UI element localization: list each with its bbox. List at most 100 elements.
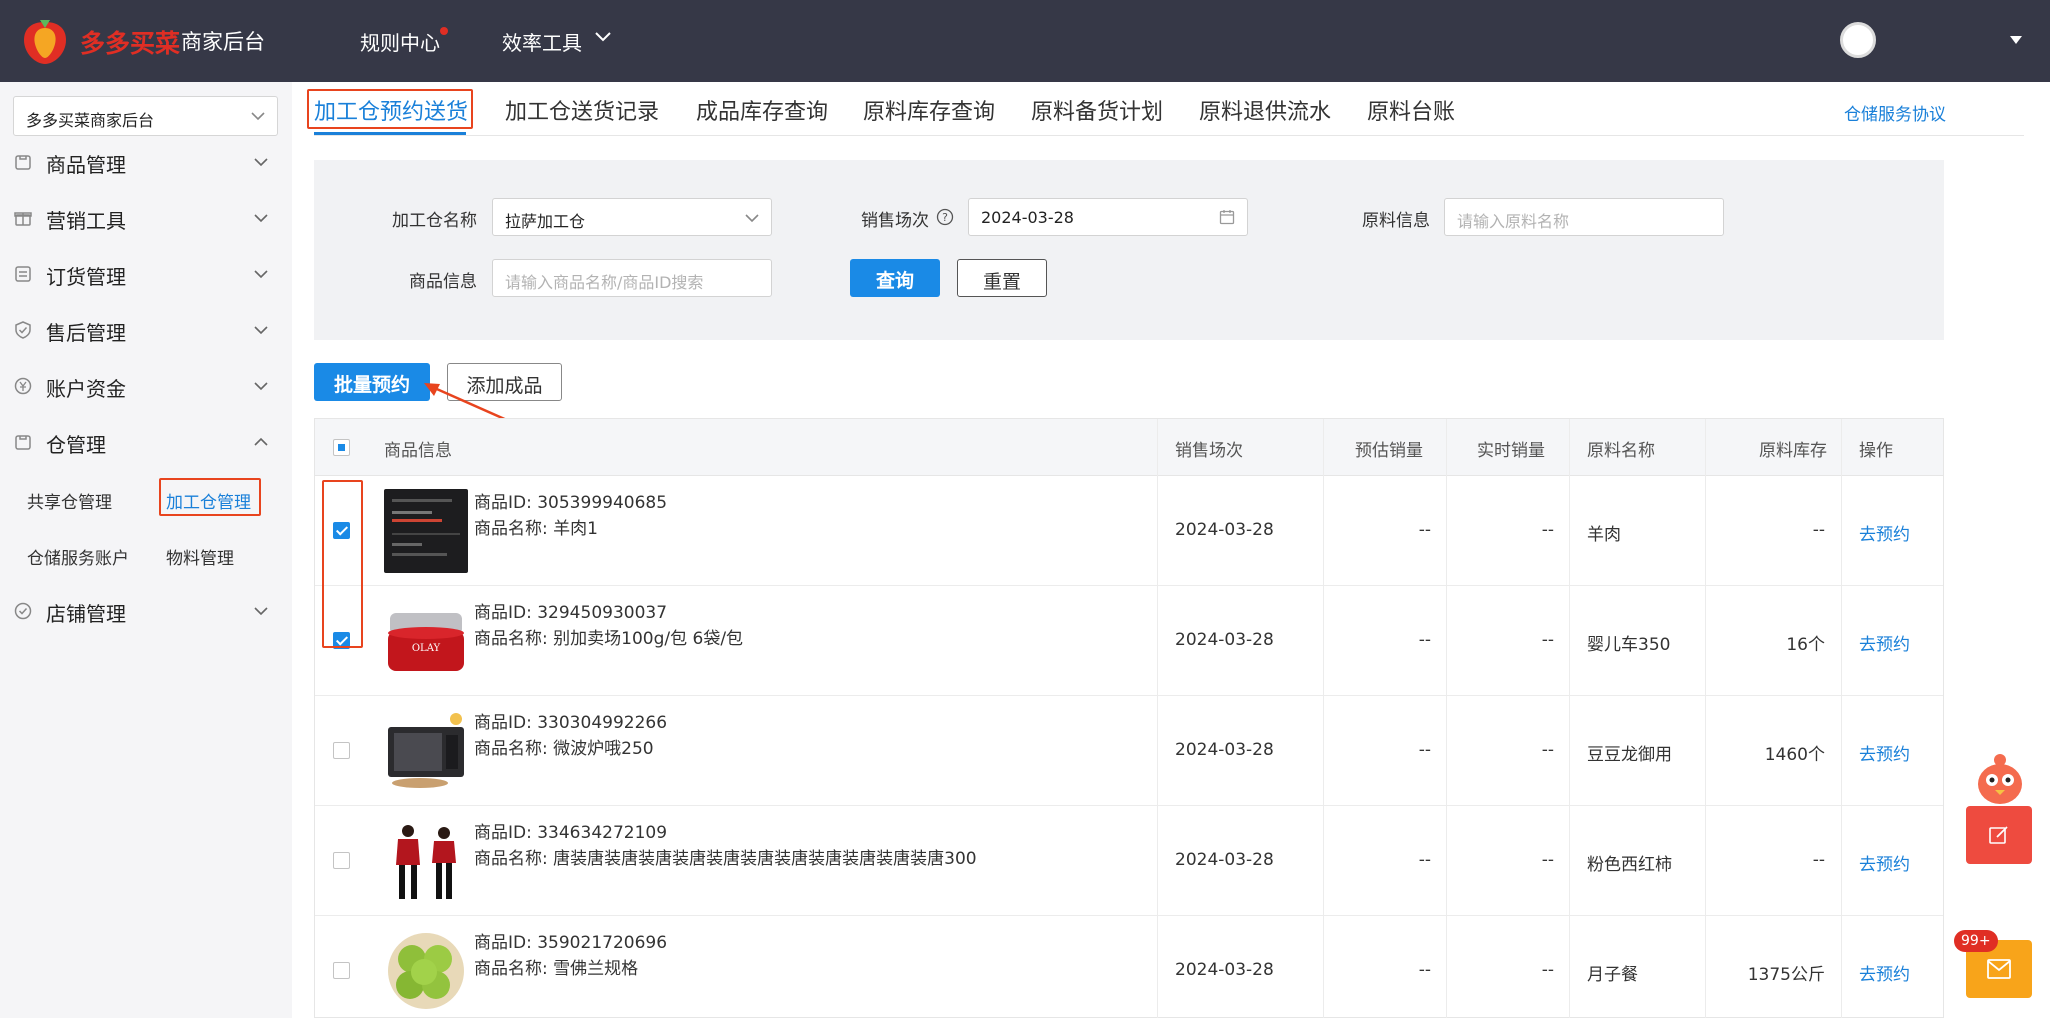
brand-name: 多多买菜 <box>80 29 181 58</box>
realtime-sales: -- <box>1541 960 1554 980</box>
annotation-highlight-box <box>322 480 363 648</box>
product-id: 商品ID: 329450930037 <box>474 603 668 623</box>
sales-session-date-picker[interactable]: 2024-03-28 <box>968 198 1248 236</box>
menu-warehouse[interactable]: 仓管理 <box>0 423 292 463</box>
menu-after-sales[interactable]: 售后管理 <box>0 311 292 351</box>
menu-label: 账户资金 <box>46 377 126 401</box>
material-info-label: 原料信息 <box>1362 211 1430 231</box>
tab-material-ledger[interactable]: 原料台账 <box>1367 94 1455 126</box>
estimated-sales: -- <box>1418 850 1431 870</box>
submenu-shared-warehouse[interactable]: 共享仓管理 <box>27 488 112 513</box>
realtime-sales: -- <box>1541 630 1554 650</box>
nav-rules-center[interactable]: 规则中心 <box>360 27 440 56</box>
store-select-value: 多多买菜商家后台 <box>26 111 155 130</box>
realtime-sales: -- <box>1541 850 1554 870</box>
table-row: OLAY 商品ID: 329450930037 商品名称: 别加卖场100g/包… <box>315 586 1943 696</box>
annotation-highlight-box <box>307 89 473 129</box>
tab-finished-stock[interactable]: 成品库存查询 <box>696 94 828 126</box>
product-name: 商品名称: 雪佛兰规格 <box>474 959 639 979</box>
tang-costume-thumbnail <box>384 819 468 903</box>
unread-badge: 99+ <box>1954 930 1998 952</box>
tab-material-return[interactable]: 原料退供流水 <box>1199 94 1331 126</box>
reset-button[interactable]: 重置 <box>957 259 1047 297</box>
chevron-down-icon <box>254 382 268 391</box>
sales-session-label: 销售场次 <box>861 211 929 231</box>
menu-store[interactable]: 店铺管理 <box>0 592 292 632</box>
red-cream-jar-thumbnail: OLAY <box>384 599 468 683</box>
product-name: 商品名称: 羊肉1 <box>474 519 598 539</box>
select-all-checkbox[interactable] <box>333 439 350 456</box>
material-search-input[interactable]: 请输入原料名称 <box>1444 198 1724 236</box>
product-id: 商品ID: 330304992266 <box>474 713 668 733</box>
user-avatar[interactable] <box>1840 22 1876 58</box>
sales-session-value: 2024-03-28 <box>981 208 1074 227</box>
chevron-down-icon <box>251 112 265 121</box>
submenu-storage-account[interactable]: 仓储服务账户 <box>27 544 129 569</box>
goods-search-input[interactable]: 请输入商品名称/商品ID搜索 <box>492 259 772 297</box>
material-name: 月子餐 <box>1587 965 1638 985</box>
menu-account-funds[interactable]: 账户资金 <box>0 367 292 407</box>
book-link[interactable]: 去预约 <box>1859 850 1910 875</box>
notification-dot <box>440 27 448 35</box>
product-id: 商品ID: 305399940685 <box>474 493 668 513</box>
feedback-button[interactable] <box>1966 806 2032 864</box>
help-circle-icon[interactable]: ? <box>936 208 954 226</box>
book-link[interactable]: 去预约 <box>1859 740 1910 765</box>
mail-icon <box>1987 959 2011 979</box>
menu-goods[interactable]: 商品管理 <box>0 143 292 183</box>
row-checkbox[interactable] <box>333 962 350 979</box>
chevron-down-icon <box>254 214 268 223</box>
realtime-sales: -- <box>1541 740 1554 760</box>
book-link[interactable]: 去预约 <box>1859 630 1910 655</box>
gift-icon <box>14 212 32 226</box>
brand-subtitle: 商家后台 <box>181 30 265 54</box>
material-stock: 16个 <box>1786 635 1825 655</box>
menu-label: 营销工具 <box>46 209 126 233</box>
mascot-icon <box>1978 754 2022 804</box>
batch-booking-button[interactable]: 批量预约 <box>314 363 430 401</box>
header-goods-info: 商品信息 <box>384 441 452 461</box>
tab-material-plan[interactable]: 原料备货计划 <box>1031 94 1163 126</box>
caret-down-icon[interactable] <box>2010 36 2022 44</box>
header-material-stock: 原料库存 <box>1759 441 1827 461</box>
material-stock: 1375公斤 <box>1747 965 1825 985</box>
product-name: 商品名称: 唐装唐装唐装唐装唐装唐装唐装唐装唐装唐装唐装唐300 <box>474 849 977 869</box>
book-link[interactable]: 去预约 <box>1859 520 1910 545</box>
chevron-down-icon <box>745 214 759 223</box>
sales-session: 2024-03-28 <box>1175 520 1274 540</box>
chevron-down-icon <box>254 326 268 335</box>
chevron-down-icon <box>254 158 268 167</box>
chevron-down-icon <box>254 607 268 616</box>
chevron-down-icon[interactable] <box>594 30 612 44</box>
storage-agreement-link[interactable]: 仓储服务协议 <box>1844 100 1946 125</box>
microwave-thumbnail <box>384 709 468 793</box>
table-row: 商品ID: 330304992266 商品名称: 微波炉哦250 2024-03… <box>315 696 1943 806</box>
warehouse-select-value: 拉萨加工仓 <box>505 212 586 231</box>
menu-ordering[interactable]: 订货管理 <box>0 255 292 295</box>
user-name-area[interactable] <box>1884 24 2004 56</box>
header-actions: 操作 <box>1859 441 1893 461</box>
material-stock: -- <box>1812 520 1825 540</box>
material-stock: 1460个 <box>1764 745 1825 765</box>
store-select[interactable]: 多多买菜商家后台 <box>13 96 278 136</box>
table-row: 商品ID: 359021720696 商品名称: 雪佛兰规格 2024-03-2… <box>315 916 1943 1018</box>
yuan-coin-icon <box>14 377 32 395</box>
edit-icon <box>1989 826 2008 844</box>
tab-material-stock[interactable]: 原料库存查询 <box>863 94 995 126</box>
book-link[interactable]: 去预约 <box>1859 960 1910 985</box>
menu-marketing[interactable]: 营销工具 <box>0 199 292 239</box>
header-estimated-sales: 预估销量 <box>1355 441 1423 461</box>
table-row: 商品ID: 305399940685 商品名称: 羊肉1 2024-03-28 … <box>315 476 1943 586</box>
warehouse-select[interactable]: 拉萨加工仓 <box>492 198 772 236</box>
submenu-materials[interactable]: 物料管理 <box>166 544 234 569</box>
order-icon <box>15 266 31 282</box>
carrot-logo-icon[interactable] <box>20 14 70 66</box>
calendar-icon <box>1219 210 1235 225</box>
nav-efficiency-tools[interactable]: 效率工具 <box>502 27 582 56</box>
tabs-divider <box>314 135 2024 136</box>
row-checkbox[interactable] <box>333 852 350 869</box>
screenshot-thumbnail <box>384 489 468 573</box>
row-checkbox[interactable] <box>333 742 350 759</box>
tab-delivery-records[interactable]: 加工仓送货记录 <box>505 94 659 126</box>
query-button[interactable]: 查询 <box>850 259 940 297</box>
